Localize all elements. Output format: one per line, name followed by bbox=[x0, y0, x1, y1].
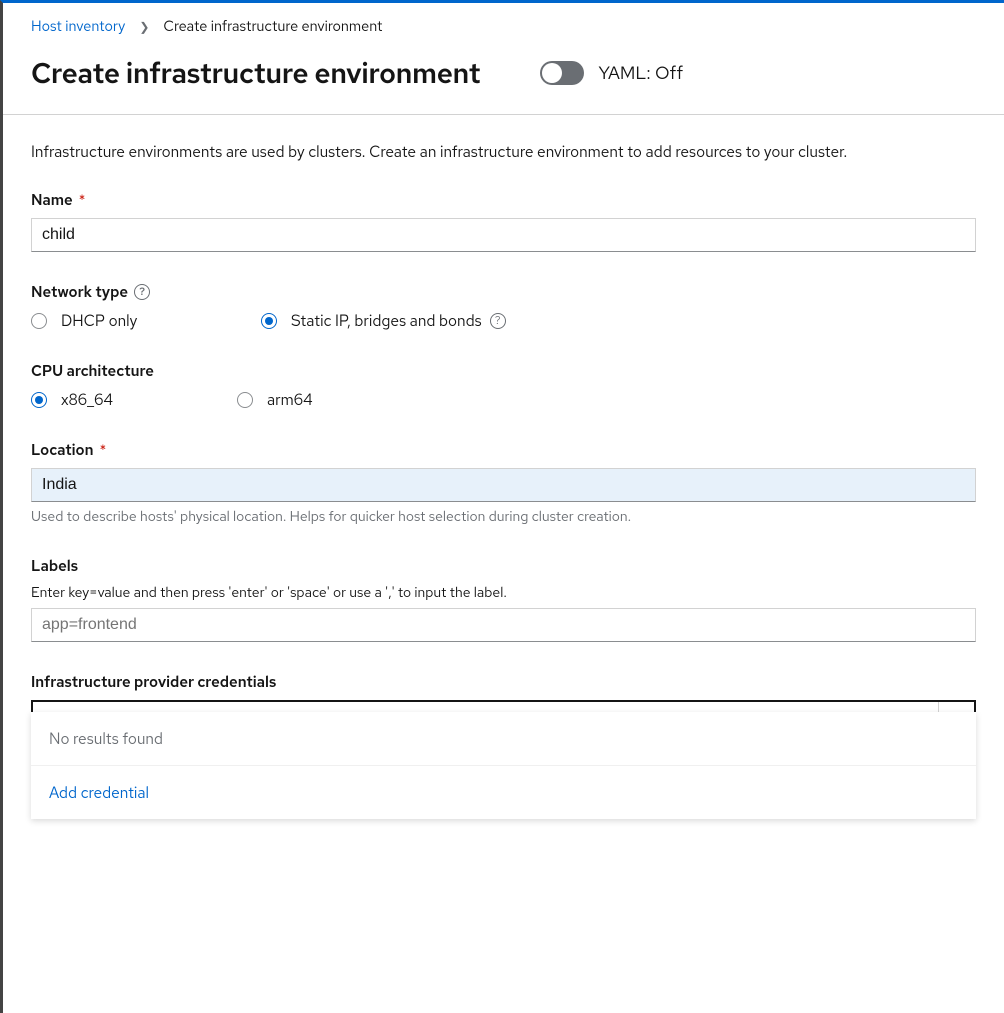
name-label: Name bbox=[31, 190, 73, 210]
help-icon[interactable]: ? bbox=[134, 284, 150, 300]
radio-icon bbox=[261, 313, 277, 329]
radio-dhcp-only[interactable]: DHCP only bbox=[31, 310, 261, 331]
dropdown-no-results: No results found bbox=[31, 712, 976, 766]
labels-group: Labels Enter key=value and then press 'e… bbox=[31, 556, 976, 642]
radio-icon bbox=[237, 392, 253, 408]
name-input[interactable] bbox=[31, 218, 976, 252]
yaml-toggle-label: YAML: Off bbox=[598, 62, 683, 85]
labels-label: Labels bbox=[31, 556, 78, 576]
credentials-label: Infrastructure provider credentials bbox=[31, 672, 276, 692]
credentials-group: Infrastructure provider credentials No r… bbox=[31, 672, 976, 740]
network-type-group: Network type ? DHCP only Static IP, brid… bbox=[31, 282, 976, 331]
location-helper: Used to describe hosts' physical locatio… bbox=[31, 508, 976, 526]
intro-text: Infrastructure environments are used by … bbox=[31, 141, 976, 162]
add-credential-action[interactable]: Add credential bbox=[31, 766, 976, 819]
chevron-right-icon: ❯ bbox=[139, 19, 149, 35]
radio-label: x86_64 bbox=[61, 389, 113, 410]
page-header: Create infrastructure environment YAML: … bbox=[3, 40, 1004, 115]
yaml-toggle[interactable] bbox=[540, 61, 584, 85]
name-field-group: Name * bbox=[31, 190, 976, 252]
breadcrumb-root-link[interactable]: Host inventory bbox=[31, 17, 125, 36]
network-type-label: Network type bbox=[31, 282, 128, 302]
breadcrumb: Host inventory ❯ Create infrastructure e… bbox=[3, 3, 1004, 40]
radio-x86-64[interactable]: x86_64 bbox=[31, 389, 237, 410]
radio-static-ip[interactable]: Static IP, bridges and bonds ? bbox=[261, 310, 506, 331]
location-label: Location bbox=[31, 440, 93, 460]
radio-icon bbox=[31, 392, 47, 408]
radio-arm64[interactable]: arm64 bbox=[237, 389, 313, 410]
location-input[interactable] bbox=[31, 468, 976, 502]
location-group: Location * Used to describe hosts' physi… bbox=[31, 440, 976, 526]
breadcrumb-current: Create infrastructure environment bbox=[163, 17, 382, 36]
help-icon[interactable]: ? bbox=[490, 313, 506, 329]
radio-icon bbox=[31, 313, 47, 329]
radio-label: Static IP, bridges and bonds bbox=[291, 310, 482, 331]
required-indicator: * bbox=[79, 190, 86, 210]
cpu-architecture-label: CPU architecture bbox=[31, 361, 154, 381]
labels-hint: Enter key=value and then press 'enter' o… bbox=[31, 584, 976, 602]
labels-input[interactable] bbox=[31, 608, 976, 642]
radio-label: arm64 bbox=[267, 389, 313, 410]
page-title: Create infrastructure environment bbox=[31, 54, 480, 92]
credentials-dropdown: No results found Add credential bbox=[31, 712, 976, 819]
radio-label: DHCP only bbox=[61, 310, 137, 331]
cpu-architecture-group: CPU architecture x86_64 arm64 bbox=[31, 361, 976, 410]
required-indicator: * bbox=[99, 440, 106, 460]
